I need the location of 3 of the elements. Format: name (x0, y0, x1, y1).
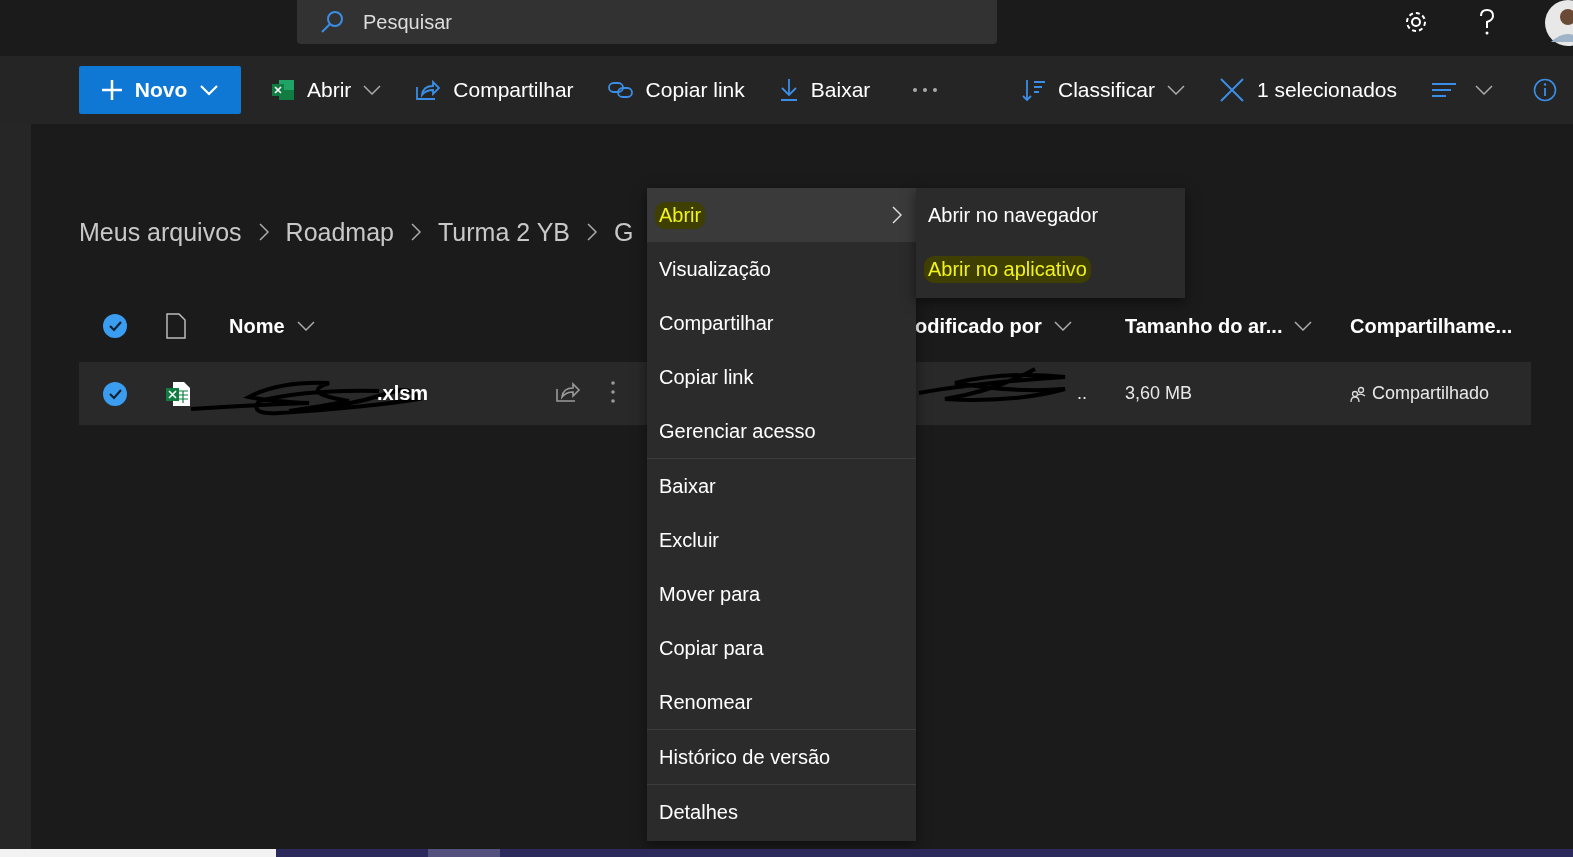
file-size-cell: 3,60 MB (1125, 383, 1193, 403)
modified-by-cell: .. (1077, 383, 1087, 404)
sharing-status: Compartilhado (1372, 383, 1490, 404)
